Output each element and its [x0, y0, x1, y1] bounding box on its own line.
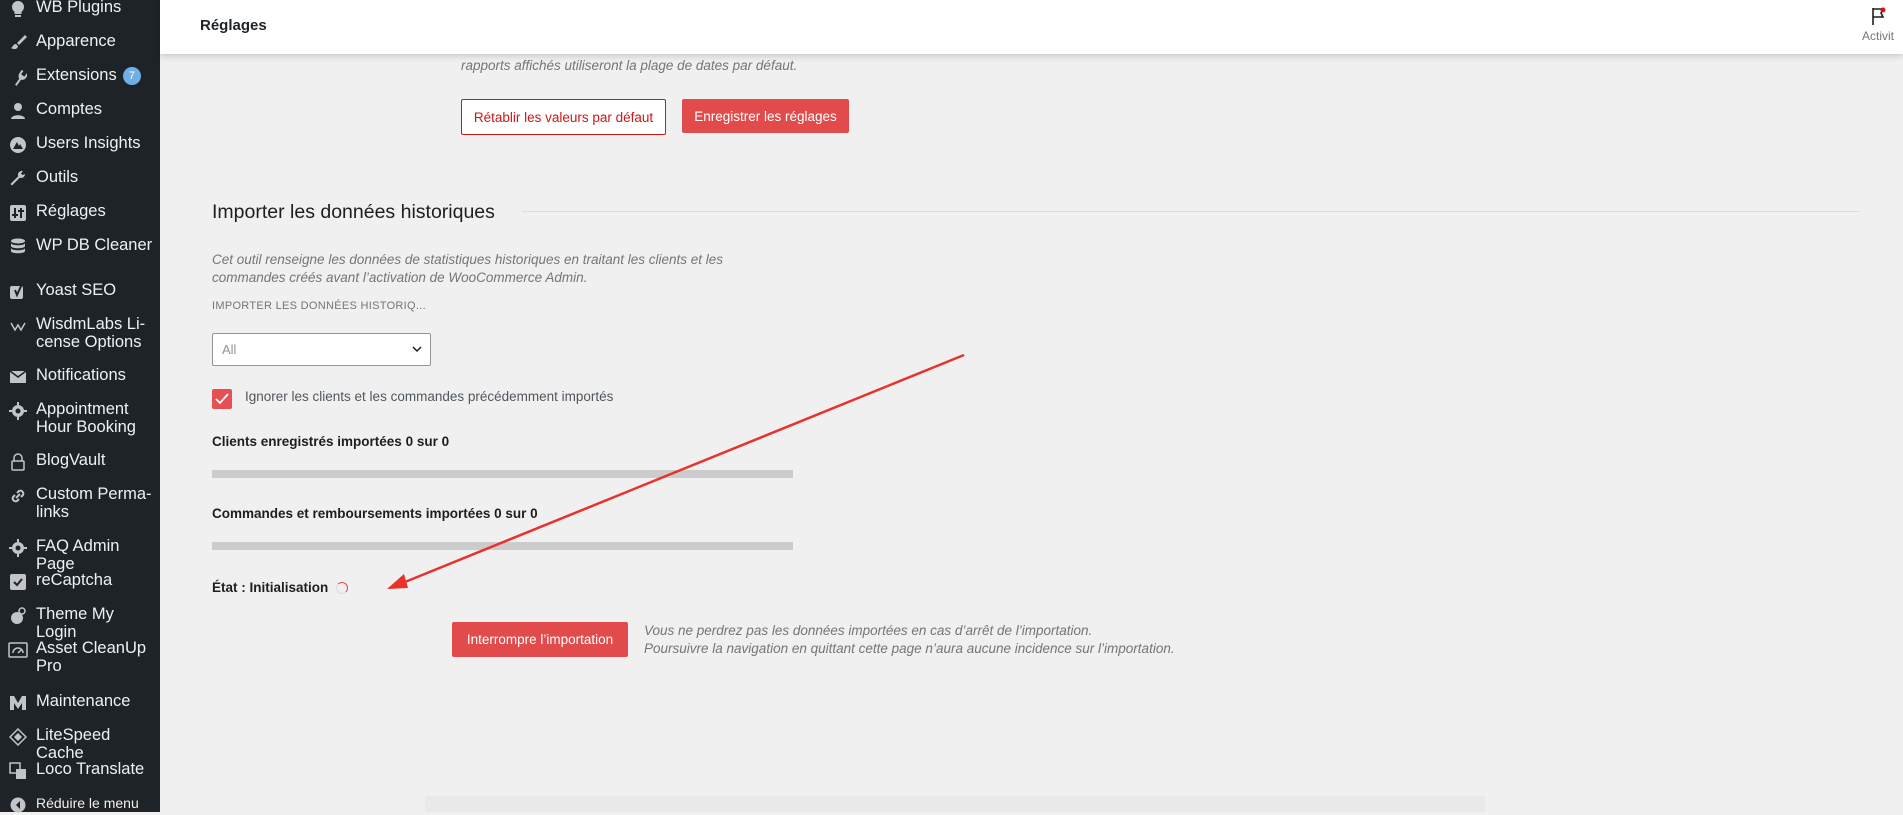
footer-panel [425, 796, 1485, 812]
annotation-arrow [387, 353, 965, 589]
